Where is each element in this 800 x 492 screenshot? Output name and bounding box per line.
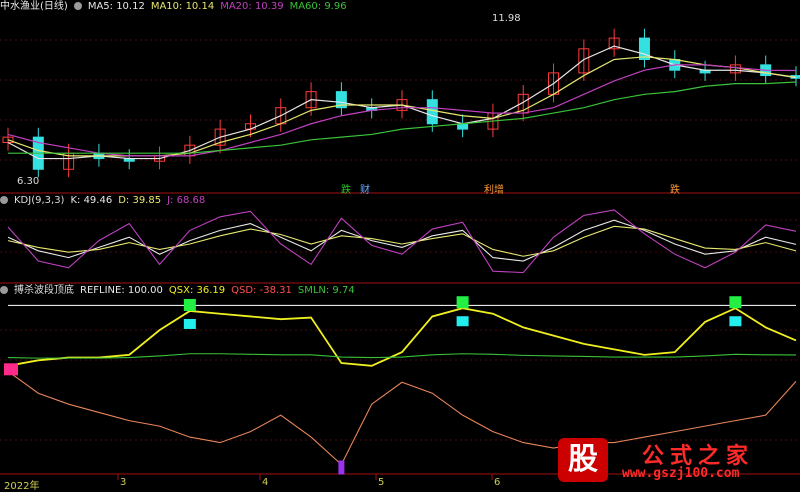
x-axis-label-month-5: 5 bbox=[378, 477, 385, 488]
signal-label-3: 利增 bbox=[484, 185, 504, 196]
ma10-readout: MA10: 10.14 bbox=[150, 1, 215, 12]
ma5-readout: MA5: 10.12 bbox=[87, 1, 145, 12]
top-marker bbox=[456, 296, 469, 309]
qsx-readout: QSX: 36.19 bbox=[168, 285, 226, 296]
high-price-label: 11.98 bbox=[492, 13, 521, 24]
indicator-title: 搏杀波段顶底 bbox=[14, 285, 74, 296]
settings-icon[interactable] bbox=[0, 286, 8, 294]
watermark-logo: 股 bbox=[558, 438, 608, 482]
bottom-marker bbox=[338, 460, 345, 475]
x-axis-label-month-4: 4 bbox=[262, 477, 269, 488]
kdj-j-line bbox=[7, 209, 797, 274]
watermark-url: www.gszj100.com bbox=[622, 466, 740, 481]
settings-icon[interactable] bbox=[0, 196, 8, 204]
qsd-readout: QSD: -38.31 bbox=[231, 285, 292, 296]
kdj-title: KDJ(9,3,3) bbox=[14, 195, 65, 206]
signal-label-4: 跌 bbox=[670, 185, 680, 196]
stock-chart-canvas bbox=[0, 28, 800, 480]
kdj-k-line bbox=[7, 219, 797, 262]
price-header: 中水渔业(日线) MA5: 10.12 MA10: 10.14 MA20: 10.39… bbox=[0, 0, 353, 14]
top-signal-marker bbox=[729, 316, 742, 327]
candle-body bbox=[426, 99, 438, 125]
kdj-header: KDJ(9,3,3) K: 49.46 D: 39.85 J: 68.68 bbox=[0, 194, 211, 208]
bottom-signal-marker bbox=[4, 363, 18, 376]
top-signal-marker bbox=[456, 316, 469, 327]
top-marker bbox=[729, 296, 742, 309]
kdj-panel bbox=[7, 209, 797, 274]
refline-readout: REFLINE: 100.00 bbox=[80, 285, 163, 296]
ma20-readout: MA20: 10.39 bbox=[220, 1, 284, 12]
x-axis-label-month-3: 3 bbox=[120, 477, 127, 488]
low-price-label: 6.30 bbox=[17, 176, 40, 187]
price-panel bbox=[2, 28, 800, 178]
indicator-header: 搏杀波段顶底 REFLINE: 100.00 QSX: 36.19 QSD: -38.… bbox=[0, 284, 361, 298]
signal-label-1: 跌 bbox=[341, 185, 351, 196]
kdj-d-readout: D: 39.85 bbox=[118, 195, 162, 206]
smln-readout: SMLN: 9.74 bbox=[297, 285, 355, 296]
stock-title[interactable]: 中水渔业(日线) bbox=[0, 1, 68, 12]
settings-icon[interactable] bbox=[73, 2, 82, 10]
chart-grid bbox=[0, 39, 800, 480]
signal-label-2: 财 bbox=[360, 185, 370, 196]
top-signal-marker bbox=[183, 318, 196, 329]
watermark: 股 公式之家 www.gszj100.com bbox=[556, 436, 800, 490]
kdj-j-readout: J: 68.68 bbox=[167, 195, 206, 206]
kdj-k-readout: K: 49.46 bbox=[70, 195, 113, 206]
x-axis-label-month-6: 6 bbox=[494, 477, 501, 488]
ma60-readout: MA60: 9.96 bbox=[289, 1, 347, 12]
top-marker bbox=[183, 298, 196, 311]
